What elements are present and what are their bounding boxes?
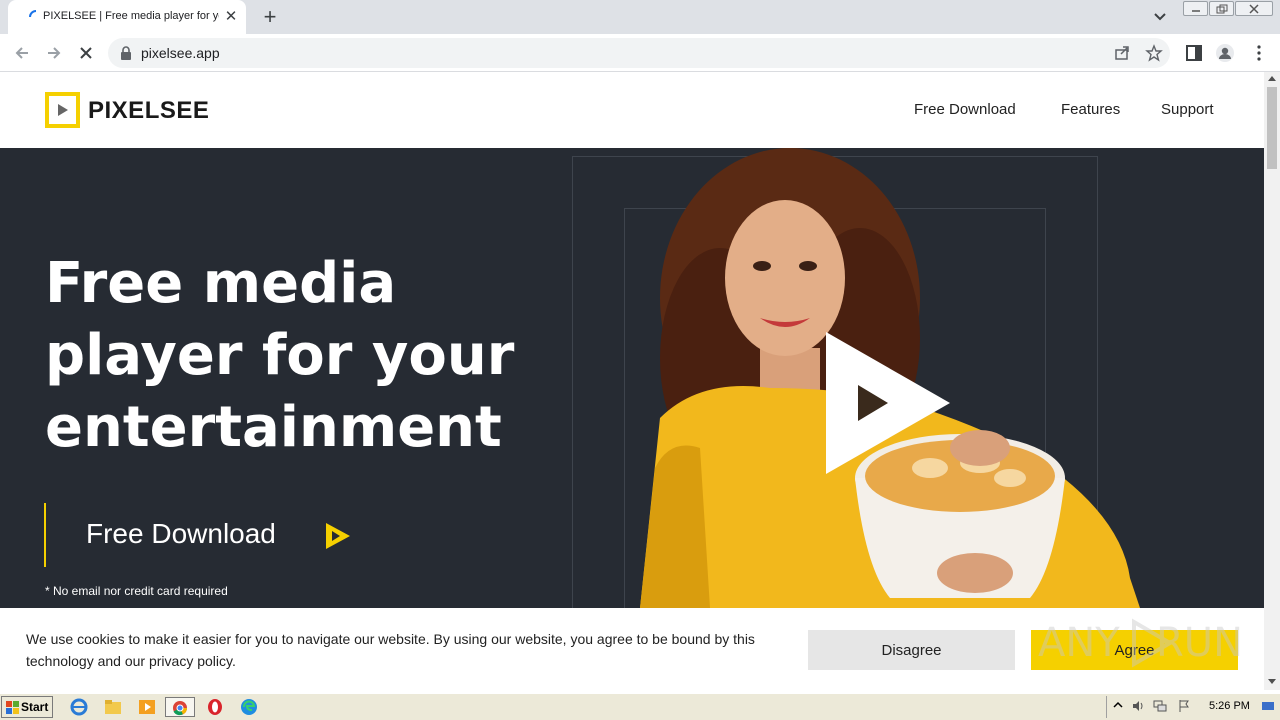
hero-free-download-button[interactable]: Free Download [86,518,276,552]
logo-text[interactable]: PIXELSEE [88,97,209,125]
anyrun-watermark: ANY RUN [1038,612,1243,672]
hero-title-line-2: player for your [45,323,515,388]
hero-title: Free media player for your entertainment [45,248,565,464]
window-close-button[interactable] [1235,1,1273,16]
start-label: Start [21,700,49,714]
pixelsee-logo-icon[interactable] [45,92,80,128]
stop-loading-button[interactable] [73,40,99,66]
page-scrollbar[interactable] [1264,72,1280,690]
address-bar[interactable]: pixelsee.app [108,38,1170,68]
chrome-icon [173,701,187,716]
windows-flag-icon [6,701,19,714]
side-panel-icon[interactable] [1184,43,1204,63]
system-tray: 5:26 PM [1106,696,1278,718]
disagree-button[interactable]: Disagree [808,630,1015,670]
nav-support[interactable]: Support [1161,101,1214,118]
browser-tab[interactable]: PIXELSEE | Free media player for yo ✕ [8,0,246,34]
hero-section: Free media player for your entertainment… [0,148,1264,608]
loading-spinner-icon [29,10,37,18]
browser-toolbar: pixelsee.app [0,34,1280,72]
back-arrow-icon [15,47,28,59]
site-header: PIXELSEE Free Download Features Support [0,72,1264,148]
taskbar-clock[interactable]: 5:26 PM [1209,700,1250,712]
cookie-text: We use cookies to make it easier for you… [26,631,755,669]
cookie-consent-bar: We use cookies to make it easier for you… [0,608,1264,690]
internet-explorer-icon[interactable] [68,697,90,717]
tab-close-icon[interactable]: ✕ [222,8,240,26]
action-center-flag-icon[interactable] [1177,699,1191,713]
hero-title-line-3: entertainment [45,395,502,460]
edge-icon[interactable] [238,697,260,717]
bookmark-star-icon[interactable] [1145,44,1163,62]
forward-arrow-icon [48,47,61,59]
volume-icon[interactable] [1131,699,1145,713]
nav-features[interactable]: Features [1061,101,1120,118]
new-tab-button[interactable]: + [258,5,282,29]
start-button[interactable]: Start [1,696,53,718]
network-icon[interactable] [1153,699,1167,713]
window-minimize-button[interactable] [1183,1,1208,16]
watermark-text-right: RUN [1156,620,1243,666]
profile-avatar-icon[interactable] [1215,43,1235,63]
web-page: PIXELSEE Free Download Features Support [0,72,1264,690]
tab-title: PIXELSEE | Free media player for yo [43,10,219,22]
media-player-icon[interactable] [136,697,158,717]
show-desktop-icon[interactable] [1261,699,1275,713]
browser-tab-strip: PIXELSEE | Free media player for yo ✕ + [0,0,1280,34]
chrome-taskbar-button[interactable] [165,697,195,717]
tray-expand-icon[interactable] [1111,699,1125,713]
share-icon[interactable] [1113,44,1131,62]
hero-note: * No email nor credit card required [45,584,228,598]
url-text: pixelsee.app [141,45,220,61]
kebab-menu-icon[interactable] [1249,43,1269,63]
nav-free-download[interactable]: Free Download [914,101,1016,118]
forward-button[interactable] [41,40,67,66]
play-arrow-icon[interactable] [324,521,352,551]
windows-taskbar: Start 5:26 PM [0,693,1280,720]
stop-x-icon [80,47,92,59]
hero-woman-popcorn-image [640,148,1140,608]
hero-title-line-1: Free media [45,251,397,316]
scroll-up-arrow-icon[interactable] [1268,76,1276,81]
download-accent-line [44,503,46,567]
tab-search-chevron-icon[interactable] [1150,8,1170,26]
opera-icon[interactable] [204,697,226,717]
back-button[interactable] [9,40,35,66]
window-restore-button[interactable] [1209,1,1234,16]
watermark-text-left: ANY [1038,620,1120,666]
scroll-down-arrow-icon[interactable] [1268,679,1276,684]
file-explorer-icon[interactable] [102,697,124,717]
lock-icon [121,46,131,60]
scroll-thumb[interactable] [1267,87,1277,169]
